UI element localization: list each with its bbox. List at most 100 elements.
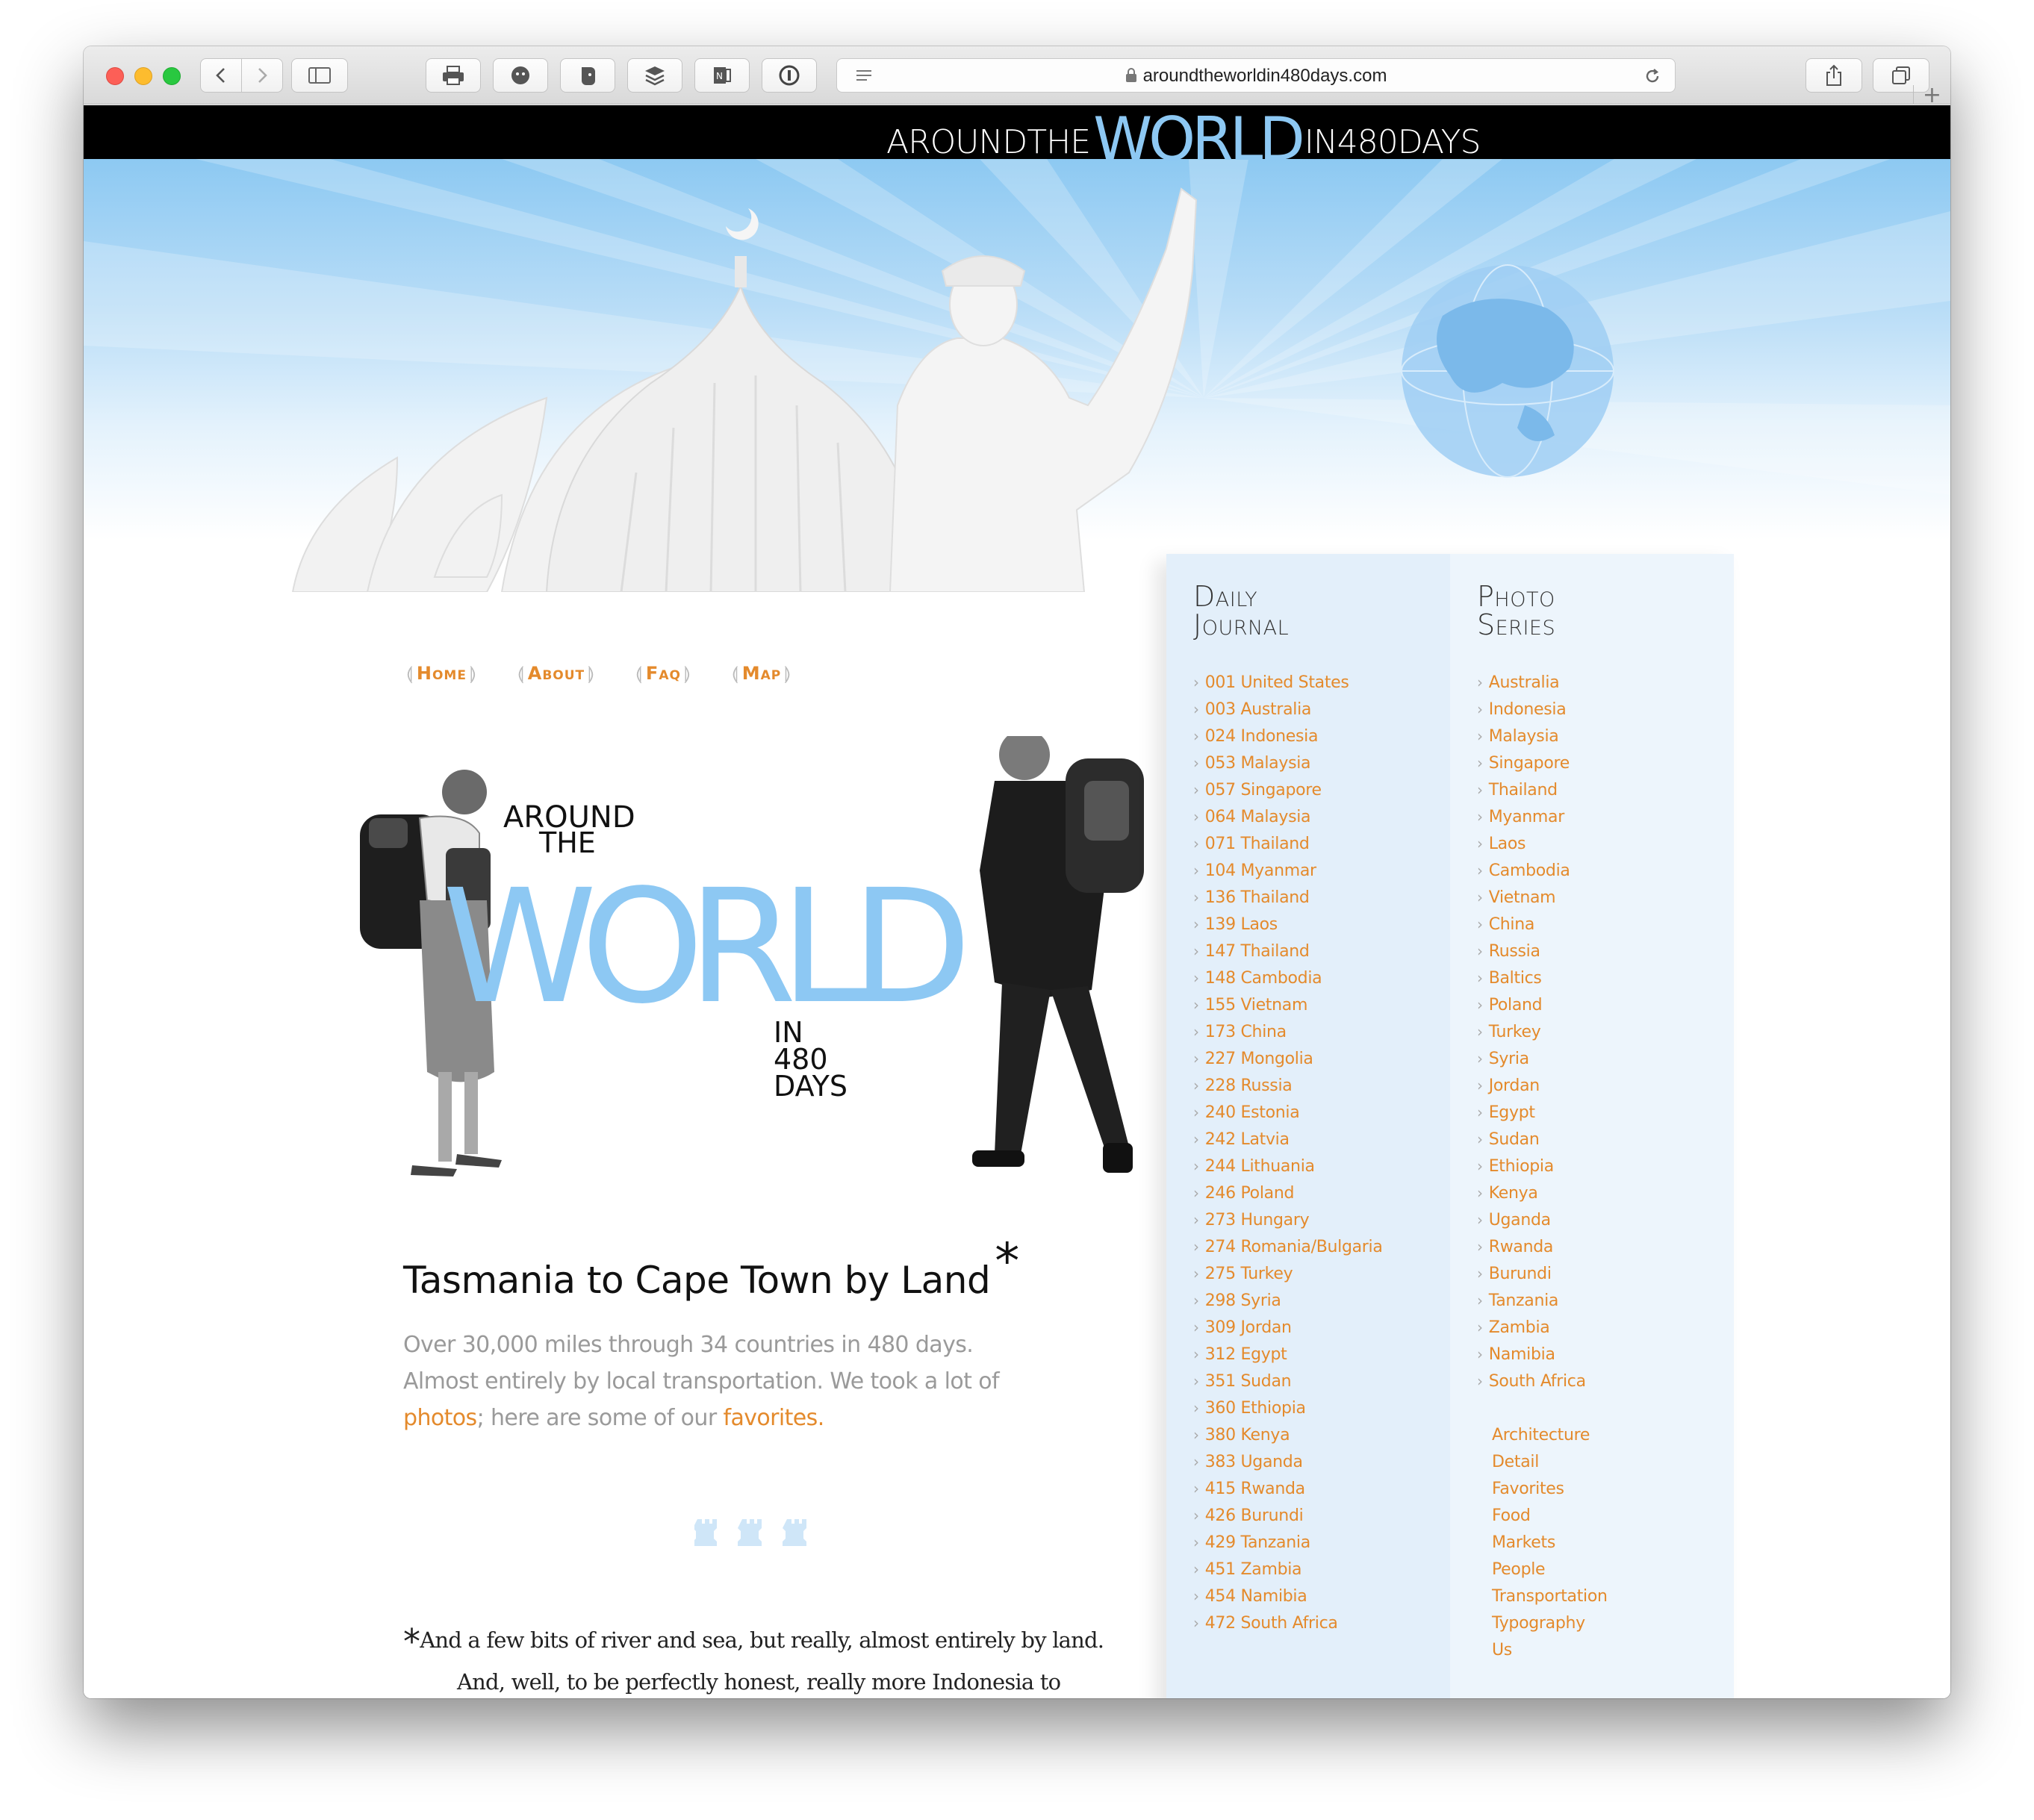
journal-entry-link[interactable]: › 242 Latvia: [1193, 1126, 1383, 1153]
nav-home[interactable]: ⟬ Home ⟭: [403, 663, 480, 684]
extension-buffer-button[interactable]: [627, 58, 682, 93]
photos-link[interactable]: photos: [403, 1405, 477, 1431]
back-button[interactable]: [200, 58, 242, 93]
minimize-window-button[interactable]: [134, 67, 152, 85]
journal-entry-link[interactable]: › 380 Kenya: [1193, 1421, 1383, 1448]
forward-button[interactable]: [241, 58, 283, 93]
journal-entry-link[interactable]: › 228 Russia: [1193, 1072, 1383, 1099]
photo-country-link[interactable]: › Rwanda: [1477, 1233, 1586, 1260]
journal-entry-link[interactable]: › 298 Syria: [1193, 1287, 1383, 1314]
journal-entry-link[interactable]: › 351 Sudan: [1193, 1368, 1383, 1394]
journal-entry-link[interactable]: › 173 China: [1193, 1018, 1383, 1045]
site-logo[interactable]: AROUNDTHE WORLD IN480DAYS: [886, 107, 1481, 169]
favorites-link[interactable]: favorites: [724, 1405, 818, 1431]
nav-about[interactable]: ⟬ About ⟭: [514, 663, 598, 684]
journal-entry-link[interactable]: › 053 Malaysia: [1193, 749, 1383, 776]
journal-entry-link[interactable]: › 071 Thailand: [1193, 830, 1383, 857]
journal-entry-label: 104 Myanmar: [1204, 861, 1316, 880]
photo-theme-link[interactable]: Typography: [1492, 1610, 1608, 1637]
photo-country-link[interactable]: › South Africa: [1477, 1368, 1586, 1394]
extension-onenote-button[interactable]: N: [694, 58, 750, 93]
photo-country-link[interactable]: › Singapore: [1477, 749, 1586, 776]
address-bar[interactable]: aroundtheworldin480days.com: [836, 58, 1676, 93]
journal-entry-label: 429 Tanzania: [1204, 1533, 1310, 1552]
journal-entry-link[interactable]: › 274 Romania/Bulgaria: [1193, 1233, 1383, 1260]
photo-country-link[interactable]: › Turkey: [1477, 1018, 1586, 1045]
extension-ghost-button[interactable]: [493, 58, 548, 93]
journal-entry-link[interactable]: › 064 Malaysia: [1193, 803, 1383, 830]
extension-1password-button[interactable]: [762, 58, 817, 93]
journal-entry-link[interactable]: › 240 Estonia: [1193, 1099, 1383, 1126]
photo-country-link[interactable]: › Jordan: [1477, 1072, 1586, 1099]
journal-entry-link[interactable]: › 148 Cambodia: [1193, 964, 1383, 991]
photo-theme-link[interactable]: Us: [1492, 1637, 1608, 1664]
site-header-bar: AROUNDTHE WORLD IN480DAYS: [84, 105, 1950, 169]
photo-country-link[interactable]: › Zambia: [1477, 1314, 1586, 1341]
photo-theme-link[interactable]: Food: [1492, 1503, 1608, 1530]
photo-country-link[interactable]: › Myanmar: [1477, 803, 1586, 830]
journal-entry-link[interactable]: › 275 Turkey: [1193, 1260, 1383, 1287]
photo-country-link[interactable]: › Kenya: [1477, 1179, 1586, 1206]
nav-map[interactable]: ⟬ Map ⟭: [729, 663, 794, 684]
chevron-right-icon: ›: [1193, 1453, 1199, 1471]
share-button[interactable]: [1806, 58, 1862, 93]
photo-theme-link[interactable]: Markets: [1492, 1530, 1608, 1556]
journal-entry-link[interactable]: › 273 Hungary: [1193, 1206, 1383, 1233]
photo-country-link[interactable]: › Tanzania: [1477, 1287, 1586, 1314]
photo-theme-link[interactable]: Architecture: [1492, 1422, 1608, 1449]
zoom-window-button[interactable]: [163, 67, 181, 85]
extension-evernote-button[interactable]: [560, 58, 615, 93]
journal-entry-link[interactable]: › 136 Thailand: [1193, 884, 1383, 911]
journal-entry-link[interactable]: › 024 Indonesia: [1193, 723, 1383, 749]
print-button[interactable]: [426, 58, 481, 93]
journal-entry-link[interactable]: › 139 Laos: [1193, 911, 1383, 938]
journal-entry-link[interactable]: › 472 South Africa: [1193, 1609, 1383, 1636]
journal-entry-link[interactable]: › 244 Lithuania: [1193, 1153, 1383, 1179]
journal-entry-link[interactable]: › 360 Ethiopia: [1193, 1394, 1383, 1421]
journal-entry-link[interactable]: › 309 Jordan: [1193, 1314, 1383, 1341]
sidebar-toggle-button[interactable]: [291, 58, 348, 93]
url-field[interactable]: aroundtheworldin480days.com: [837, 59, 1675, 93]
journal-entry-link[interactable]: › 454 Namibia: [1193, 1583, 1383, 1609]
photo-country-link[interactable]: › Uganda: [1477, 1206, 1586, 1233]
photo-country-link[interactable]: › Egypt: [1477, 1099, 1586, 1126]
photo-country-link[interactable]: › Burundi: [1477, 1260, 1586, 1287]
photo-country-link[interactable]: › Indonesia: [1477, 696, 1586, 723]
photo-country-link[interactable]: › China: [1477, 911, 1586, 938]
journal-entry-link[interactable]: › 057 Singapore: [1193, 776, 1383, 803]
photo-country-link[interactable]: › Australia: [1477, 669, 1586, 696]
journal-entry-link[interactable]: › 451 Zambia: [1193, 1556, 1383, 1583]
photo-country-link[interactable]: › Laos: [1477, 830, 1586, 857]
journal-entry-link[interactable]: › 147 Thailand: [1193, 938, 1383, 964]
photo-country-link[interactable]: › Namibia: [1477, 1341, 1586, 1368]
photo-country-link[interactable]: › Ethiopia: [1477, 1153, 1586, 1179]
photo-theme-link[interactable]: People: [1492, 1556, 1608, 1583]
close-window-button[interactable]: [106, 67, 124, 85]
photo-country-link[interactable]: › Malaysia: [1477, 723, 1586, 749]
photo-theme-link[interactable]: Detail: [1492, 1449, 1608, 1476]
journal-entry-link[interactable]: › 227 Mongolia: [1193, 1045, 1383, 1072]
journal-entry-link[interactable]: › 383 Uganda: [1193, 1448, 1383, 1475]
journal-entry-link[interactable]: › 104 Myanmar: [1193, 857, 1383, 884]
photo-theme-link[interactable]: Favorites: [1492, 1476, 1608, 1503]
journal-entry-link[interactable]: › 001 United States: [1193, 669, 1383, 696]
journal-entry-link[interactable]: › 246 Poland: [1193, 1179, 1383, 1206]
journal-entry-link[interactable]: › 003 Australia: [1193, 696, 1383, 723]
journal-entry-link[interactable]: › 429 Tanzania: [1193, 1529, 1383, 1556]
photo-country-link[interactable]: › Thailand: [1477, 776, 1586, 803]
photo-country-link[interactable]: › Poland: [1477, 991, 1586, 1018]
journal-entry-link[interactable]: › 426 Burundi: [1193, 1502, 1383, 1529]
photo-theme-link[interactable]: Transportation: [1492, 1583, 1608, 1610]
reload-icon[interactable]: [1643, 67, 1661, 85]
photo-country-link[interactable]: › Baltics: [1477, 964, 1586, 991]
photo-country-link[interactable]: › Russia: [1477, 938, 1586, 964]
photo-country-link[interactable]: › Sudan: [1477, 1126, 1586, 1153]
photo-country-link[interactable]: › Cambodia: [1477, 857, 1586, 884]
photo-country-link[interactable]: › Syria: [1477, 1045, 1586, 1072]
journal-entry-link[interactable]: › 312 Egypt: [1193, 1341, 1383, 1368]
photo-country-link[interactable]: › Vietnam: [1477, 884, 1586, 911]
new-tab-button[interactable]: +: [1913, 82, 1950, 108]
journal-entry-link[interactable]: › 155 Vietnam: [1193, 991, 1383, 1018]
journal-entry-link[interactable]: › 415 Rwanda: [1193, 1475, 1383, 1502]
nav-faq[interactable]: ⟬ Faq ⟭: [632, 663, 694, 684]
